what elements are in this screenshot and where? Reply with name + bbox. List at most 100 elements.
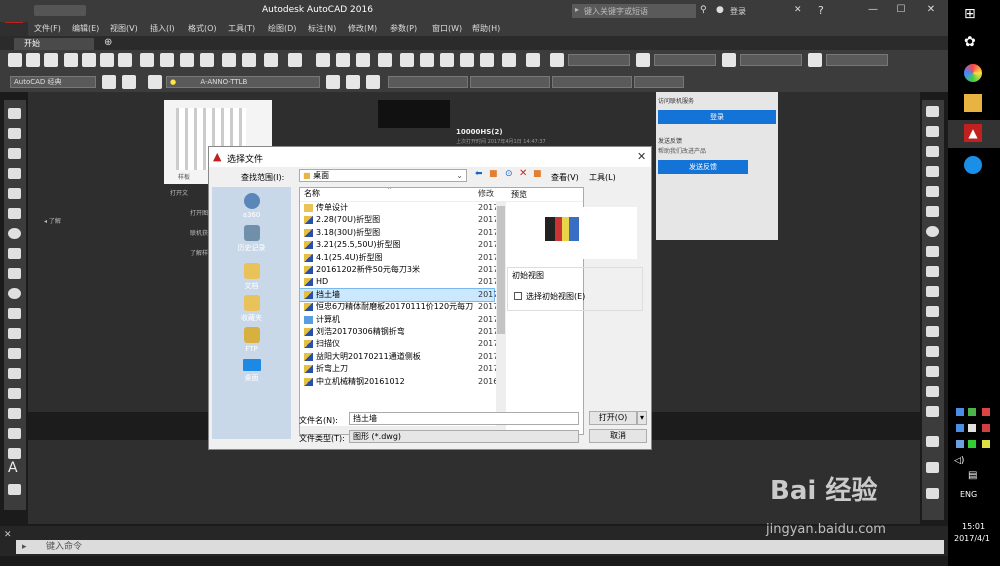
gradient-icon[interactable] [8, 408, 21, 419]
help-tool-icon[interactable] [526, 53, 540, 67]
file-row[interactable]: 扫描仪 2017 [300, 338, 583, 350]
menu-format[interactable]: 格式(O) [188, 23, 217, 34]
insert-block-icon[interactable] [8, 328, 21, 339]
plot-icon[interactable] [140, 53, 154, 67]
look-in-dropdown[interactable]: ■ 桌面 ⌄ [299, 169, 467, 182]
back-icon[interactable]: ⬅ [475, 169, 483, 179]
open-icon[interactable] [26, 53, 40, 67]
toolpalette-icon[interactable] [440, 53, 454, 67]
menu-edit[interactable]: 编辑(E) [72, 23, 99, 34]
start-link-open-file[interactable]: 打开文 [170, 188, 188, 197]
workspace-lock-icon[interactable] [122, 75, 136, 89]
place-favorites[interactable]: 收藏夹 [212, 295, 291, 323]
place-a360[interactable]: a360 [212, 193, 291, 219]
start-link-online[interactable]: 联机获 [190, 228, 208, 237]
maximize-button[interactable]: ☐ [886, 4, 916, 18]
place-desktop[interactable]: 桌面 [212, 359, 291, 383]
close-command-icon[interactable]: ✕ [4, 530, 12, 540]
menu-view[interactable]: 视图(V) [110, 23, 138, 34]
color-dropdown[interactable] [388, 76, 468, 88]
start-link-open-sheetset[interactable]: 打开图 [190, 208, 208, 217]
windows-start-icon[interactable]: ⊞ [964, 6, 982, 24]
blend-icon[interactable] [926, 406, 939, 417]
matchprop-icon[interactable] [222, 53, 236, 67]
print-icon[interactable] [82, 53, 96, 67]
table-icon[interactable] [8, 448, 21, 459]
add-selected-icon[interactable] [8, 484, 21, 495]
ellipse-arc-icon[interactable] [8, 308, 21, 319]
help-icon[interactable]: ? [818, 4, 824, 17]
new-tab-icon[interactable]: ⊕ [104, 37, 112, 48]
revcloud-icon[interactable] [8, 248, 21, 259]
preview-icon[interactable] [100, 53, 114, 67]
stretch-icon[interactable] [926, 266, 939, 277]
mleader-icon[interactable] [808, 53, 822, 67]
break-icon[interactable] [926, 326, 939, 337]
fillet-icon[interactable] [926, 386, 939, 397]
file-row[interactable]: 益阳大明20170211通道侧板 2017 [300, 351, 583, 363]
dimstyle-icon[interactable] [636, 53, 650, 67]
explode-icon[interactable] [926, 436, 939, 447]
paste-icon[interactable] [200, 53, 214, 67]
extend-icon[interactable] [926, 306, 939, 317]
hatch-icon[interactable] [8, 388, 21, 399]
workspace-dropdown[interactable]: AutoCAD 经典 [10, 76, 96, 88]
join-icon[interactable] [926, 346, 939, 357]
close-button[interactable]: ✕ [916, 4, 946, 18]
calculator-icon[interactable] [502, 53, 516, 67]
file-row[interactable]: 中立机械精钢20161012 2016 [300, 376, 583, 388]
filetype-dropdown[interactable]: 图形 (*.dwg) [349, 430, 579, 443]
menu-help[interactable]: 帮助(H) [472, 23, 500, 34]
text-style-dropdown[interactable] [568, 54, 630, 66]
app-icon-1[interactable]: ✿ [964, 34, 982, 52]
rectangle-icon[interactable] [8, 188, 21, 199]
learn-link[interactable]: ◂ 了解 [44, 216, 61, 225]
exchange-icon[interactable]: ✕ [794, 5, 802, 15]
notification-icon[interactable]: ▤ [968, 470, 977, 481]
point-icon[interactable] [8, 368, 21, 379]
menu-window[interactable]: 窗口(W) [432, 23, 462, 34]
line-icon[interactable] [8, 108, 21, 119]
clock-date[interactable]: 2017/4/1 [954, 534, 990, 543]
zoom-realtime-icon[interactable] [336, 53, 350, 67]
publish-icon[interactable] [118, 53, 132, 67]
send-feedback-button[interactable]: 发送反馈 [658, 160, 748, 174]
place-history[interactable]: 历史记录 [212, 225, 291, 253]
place-ftp[interactable]: FTP [212, 327, 291, 353]
block-icon[interactable] [242, 53, 256, 67]
saveas-icon[interactable] [64, 53, 78, 67]
mtext-icon[interactable]: A [8, 460, 18, 476]
up-folder-icon[interactable]: ■ [489, 169, 498, 179]
start-link-samples[interactable]: 了解样 [190, 248, 208, 257]
binoculars-icon[interactable]: ⚲ [700, 5, 707, 15]
initial-view-checkbox[interactable] [514, 292, 522, 300]
ellipse-icon[interactable] [8, 288, 21, 299]
chrome-icon[interactable] [964, 64, 982, 82]
markup-icon[interactable] [480, 53, 494, 67]
tablestyle-icon[interactable] [722, 53, 736, 67]
open-button[interactable]: 打开(O) [589, 411, 637, 425]
linetype-dropdown[interactable] [470, 76, 550, 88]
menu-insert[interactable]: 插入(I) [150, 23, 175, 34]
chamfer-icon[interactable] [926, 366, 939, 377]
mirror-icon[interactable] [926, 146, 939, 157]
xline-icon[interactable] [8, 128, 21, 139]
layer-previous-icon[interactable] [346, 75, 360, 89]
polyline-icon[interactable] [8, 148, 21, 159]
lineweight-dropdown[interactable] [552, 76, 632, 88]
pan-icon[interactable] [316, 53, 330, 67]
rotate-icon[interactable] [926, 226, 939, 237]
cancel-button[interactable]: 取消 [589, 429, 647, 443]
save-icon[interactable] [44, 53, 58, 67]
array-icon[interactable] [926, 186, 939, 197]
menu-parameter[interactable]: 参数(P) [390, 23, 417, 34]
copy-icon[interactable] [180, 53, 194, 67]
autocad-taskbar-icon[interactable]: ▲ [964, 124, 982, 142]
recent-file-name[interactable]: 10000HS(2) [456, 128, 503, 136]
volume-icon[interactable]: ◁) [954, 456, 964, 466]
arc-icon[interactable] [8, 208, 21, 219]
scale-icon[interactable] [926, 246, 939, 257]
column-name[interactable]: 名称 [304, 188, 320, 200]
layer-properties-icon[interactable] [148, 75, 162, 89]
search-web-icon[interactable]: ⊙ [505, 169, 513, 179]
